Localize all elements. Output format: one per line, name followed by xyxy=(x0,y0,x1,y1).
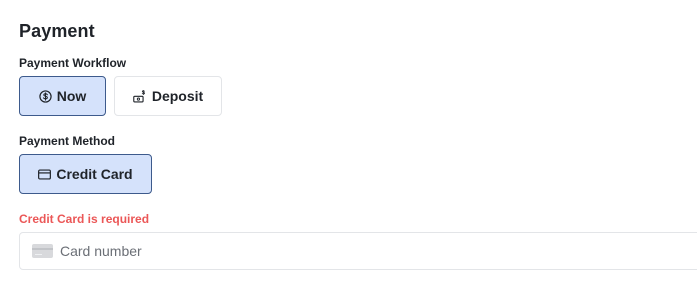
workflow-option-deposit-label: Deposit xyxy=(151,88,204,104)
dollar-coin-icon xyxy=(39,89,52,103)
card-number-input[interactable] xyxy=(60,243,660,259)
workflow-option-now[interactable]: Now xyxy=(19,76,106,116)
generic-card-icon xyxy=(32,244,53,258)
method-option-credit-card[interactable]: Credit Card xyxy=(19,154,152,194)
credit-card-icon xyxy=(38,168,52,180)
payment-workflow-label: Payment Workflow xyxy=(19,56,127,70)
payment-method-label: Payment Method xyxy=(19,134,116,148)
card-number-field[interactable] xyxy=(19,232,697,270)
money-deposit-icon xyxy=(133,89,147,103)
method-option-credit-card-label: Credit Card xyxy=(56,166,133,182)
workflow-option-deposit[interactable]: Deposit xyxy=(114,76,222,116)
workflow-option-now-label: Now xyxy=(56,88,87,104)
payment-panel: Payment Payment Workflow Now Deposit Pay… xyxy=(0,0,697,288)
section-title: Payment xyxy=(19,21,95,41)
credit-card-error-message: Credit Card is required xyxy=(19,212,150,226)
